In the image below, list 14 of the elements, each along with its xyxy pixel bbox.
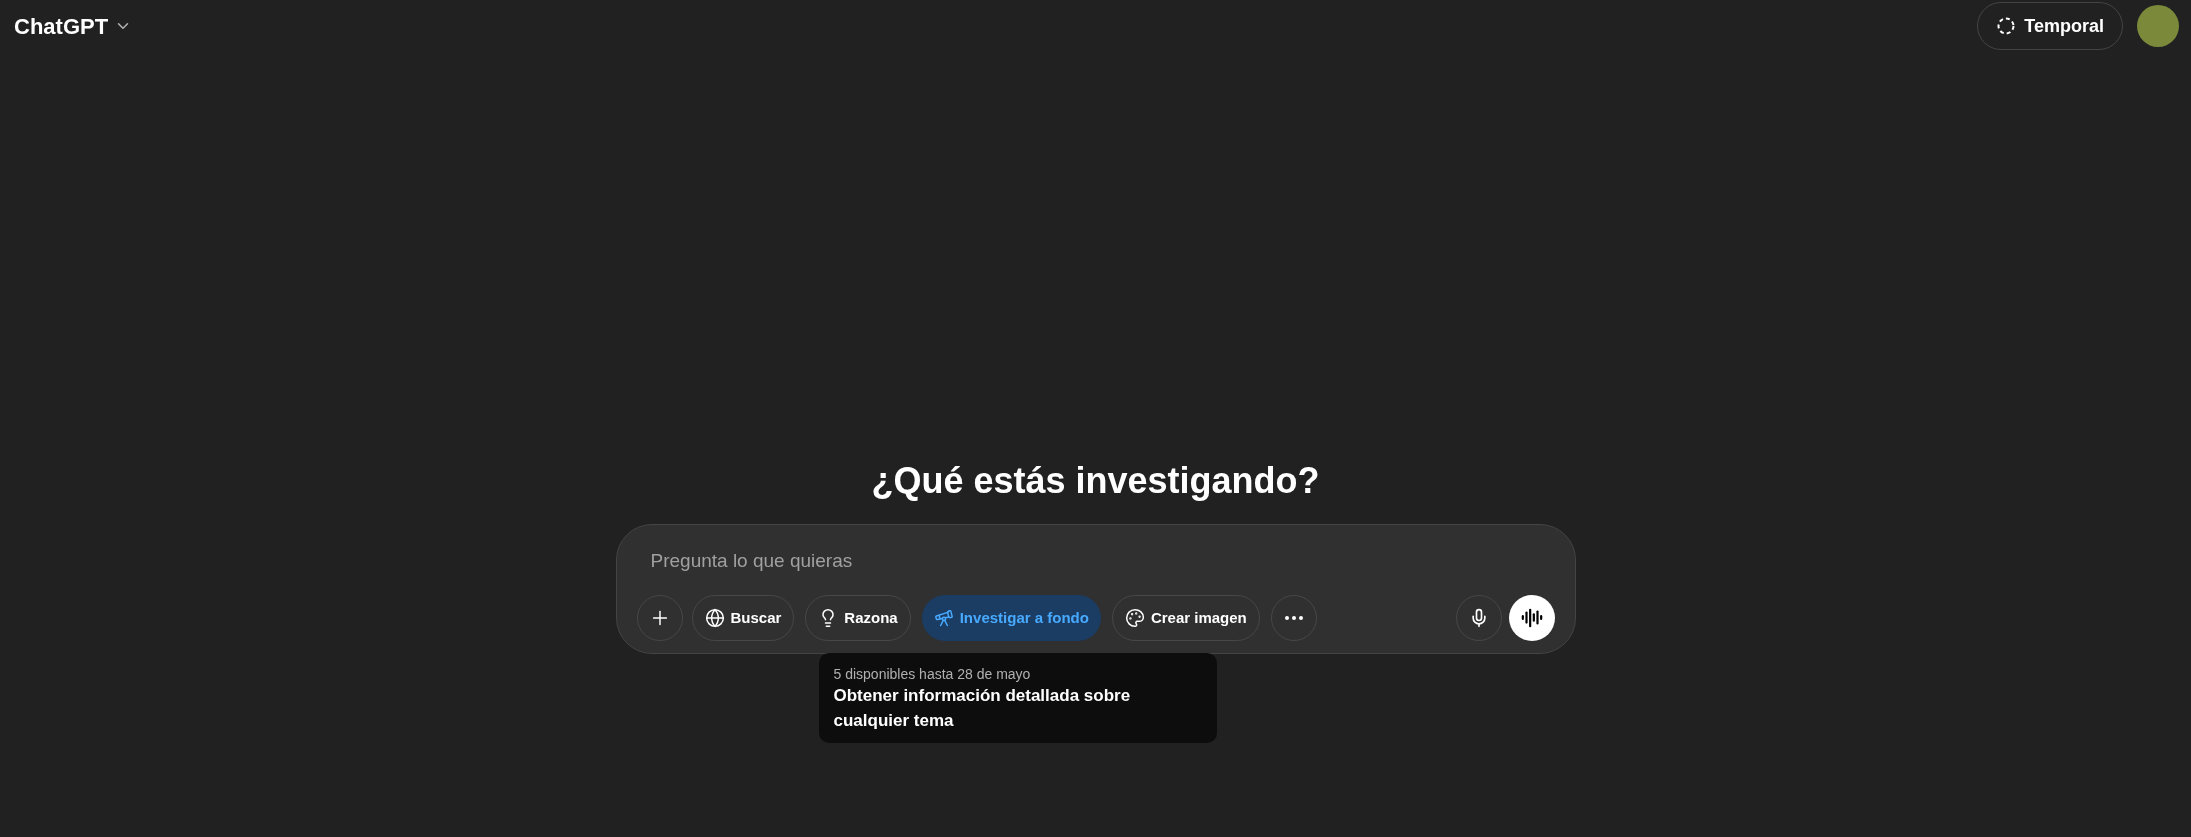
prompt-input[interactable]: Pregunta lo que quieras (650, 547, 1451, 576)
tooltip-note: 5 disponibles hasta 28 de mayo (833, 665, 1032, 683)
audio-lines-icon (1520, 607, 1543, 629)
model-selector[interactable]: ChatGPT (12, 5, 135, 47)
dashed-circle-icon (1996, 16, 2017, 36)
tooltip-text: Obtener información detallada sobre cualquier tema (833, 685, 1132, 732)
tool-button[interactable]: Investigar a fondo (921, 595, 1101, 641)
page-heading: ¿Qué estás investigando? (871, 459, 1320, 503)
voice-mode-button[interactable] (1508, 595, 1555, 641)
globe-icon (704, 608, 725, 628)
avatar[interactable] (2137, 5, 2179, 47)
ellipsis-icon (1284, 616, 1303, 620)
telescope-icon (933, 608, 954, 628)
palette-icon (1124, 608, 1145, 628)
